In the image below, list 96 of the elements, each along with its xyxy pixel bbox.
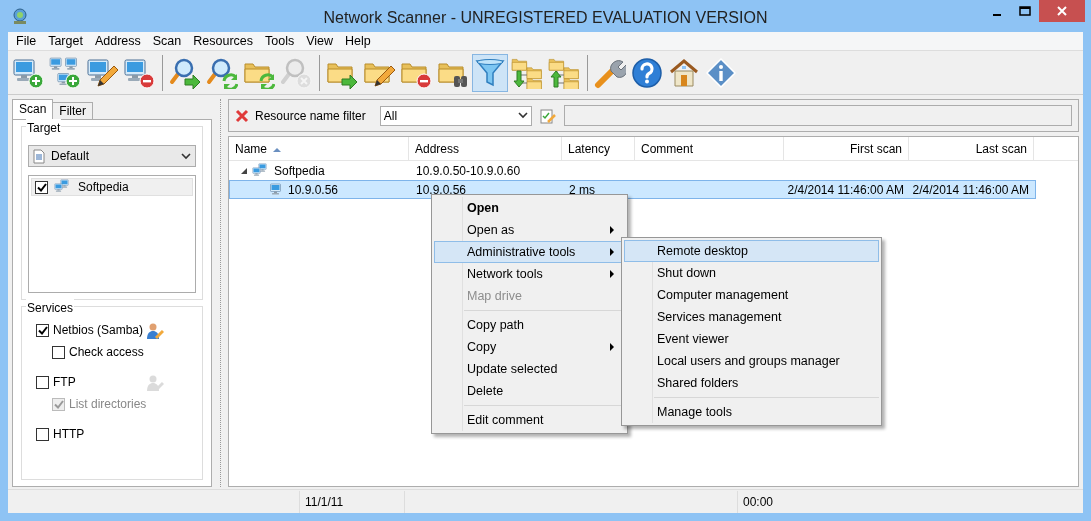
network-add-icon (49, 56, 81, 89)
menu-item[interactable]: Target (42, 31, 89, 51)
table-cell-text: Softpedia (274, 162, 325, 180)
window-title: Network Scanner - UNREGISTERED EVALUATION VERSION (322, 8, 769, 28)
chevron-down-icon (517, 112, 528, 119)
network-computers-icon (54, 179, 72, 195)
column-header[interactable]: Latency (562, 137, 635, 161)
menu-item[interactable]: Network tools (434, 263, 625, 285)
chevron-down-icon (181, 152, 191, 160)
profile-dropdown[interactable]: Default (28, 145, 196, 167)
computer-icon (268, 181, 284, 198)
menu-item[interactable]: Copy path (434, 314, 625, 336)
table-cell-text: 2 ms (569, 181, 595, 199)
tab[interactable]: Scan (12, 99, 54, 119)
menu-item[interactable]: Copy (434, 336, 625, 358)
clear-filter-icon (235, 108, 249, 123)
menu-item[interactable]: Local users and groups manager (624, 350, 879, 372)
filter-label: Resource name filter (255, 107, 366, 125)
toolbar-button[interactable] (472, 53, 508, 92)
menu-item[interactable]: Shut down (624, 262, 879, 284)
menu-item[interactable]: Services management (624, 306, 879, 328)
service-label: FTP (53, 374, 76, 391)
option-label: Check access (69, 344, 144, 361)
submenu-arrow-icon (610, 248, 614, 256)
menu-item[interactable]: Tools (259, 31, 301, 51)
menu-item[interactable]: Resources (187, 31, 259, 51)
filter-text-field[interactable] (563, 105, 1072, 126)
close-icon (1056, 5, 1068, 17)
checkbox[interactable] (36, 323, 49, 337)
sort-ascending-icon (273, 146, 281, 152)
column-header[interactable]: First scan (784, 137, 909, 161)
column-header[interactable]: Comment (635, 137, 784, 161)
help-icon (631, 56, 663, 89)
list-item[interactable]: Softpedia (31, 178, 193, 196)
computer-edit-icon (86, 56, 118, 89)
menu-item[interactable]: Address (88, 31, 147, 51)
search-cancel-icon (280, 56, 312, 89)
user-edit-icon (146, 321, 164, 340)
search-icon (169, 56, 201, 89)
menu-item[interactable]: View (300, 31, 340, 51)
menu-item[interactable]: Computer management (624, 284, 879, 306)
checkbox[interactable] (36, 375, 49, 389)
close-button[interactable] (1039, 0, 1085, 22)
search-refresh-icon (206, 56, 238, 89)
computer-add-icon (12, 56, 44, 89)
table-cell-text: 10.9.0.50-10.9.0.60 (416, 162, 521, 180)
service-label: Netbios (Samba) (53, 322, 144, 339)
tab[interactable]: Filter (52, 102, 94, 119)
menu-item[interactable]: Scan (146, 31, 188, 51)
edit-list-icon (539, 107, 556, 124)
column-header[interactable]: Address (409, 137, 562, 161)
menu-item[interactable]: Delete (434, 380, 625, 402)
minimize-icon (993, 14, 1001, 16)
menu-item[interactable]: Remote desktop (624, 240, 879, 262)
user-edit-icon (146, 373, 164, 392)
menu-item[interactable]: Open as (434, 219, 625, 241)
menu-item[interactable]: Shared folders (624, 372, 879, 394)
table-cell-text: 2/4/2014 11:46:00 AM (787, 181, 904, 199)
menu-item[interactable]: Edit comment (434, 409, 625, 431)
checkbox[interactable] (36, 427, 49, 441)
menu-item[interactable]: Event viewer (624, 328, 879, 350)
submenu-arrow-icon (610, 343, 614, 351)
group-label: Target (26, 119, 62, 137)
expand-arrow-icon[interactable] (240, 166, 248, 175)
menu-item[interactable]: Manage tools (624, 401, 879, 423)
status-time: 00:00 (742, 493, 775, 511)
table-row[interactable]: 10.9.0.56 10.9.0.56 2 ms 2/4/2014 11:46:00 AM 2/4/2014 11:46:00 AM (229, 180, 1036, 199)
home-icon (668, 56, 700, 89)
column-header[interactable]: Name (229, 137, 409, 161)
status-date: 11/1/11 (300, 490, 405, 513)
document-icon (33, 148, 45, 164)
submenu-arrow-icon (610, 270, 614, 278)
filter-dropdown[interactable]: All (379, 105, 532, 126)
table-cell-text: 2/4/2014 11:46:00 AM (912, 181, 1029, 199)
folder-tree-up-icon (548, 56, 580, 89)
maximize-icon (1019, 6, 1031, 16)
table-cell-text: 10.9.0.56 (416, 181, 467, 199)
app-icon (11, 6, 29, 25)
option-label: List directories (69, 396, 147, 413)
submenu-arrow-icon (610, 226, 614, 234)
table-row[interactable]: Softpedia 10.9.0.50-10.9.0.60 (229, 161, 1036, 180)
folder-tree-down-icon (511, 56, 543, 89)
item-label: Softpedia (78, 179, 129, 196)
menu-item[interactable]: Open (434, 197, 625, 219)
checkbox[interactable] (35, 180, 48, 194)
filter-icon (474, 56, 506, 89)
computer-remove-icon (123, 56, 155, 89)
checkbox[interactable] (52, 345, 65, 359)
menu-item[interactable]: Help (339, 31, 377, 51)
menu-item[interactable]: Update selected (434, 358, 625, 380)
menu-item[interactable]: File (10, 31, 43, 51)
network-computers-icon (252, 162, 270, 179)
service-label: HTTP (53, 426, 85, 443)
info-icon (705, 56, 737, 89)
table-cell-text: 10.9.0.56 (288, 181, 339, 199)
column-header[interactable]: Last scan (909, 137, 1034, 161)
